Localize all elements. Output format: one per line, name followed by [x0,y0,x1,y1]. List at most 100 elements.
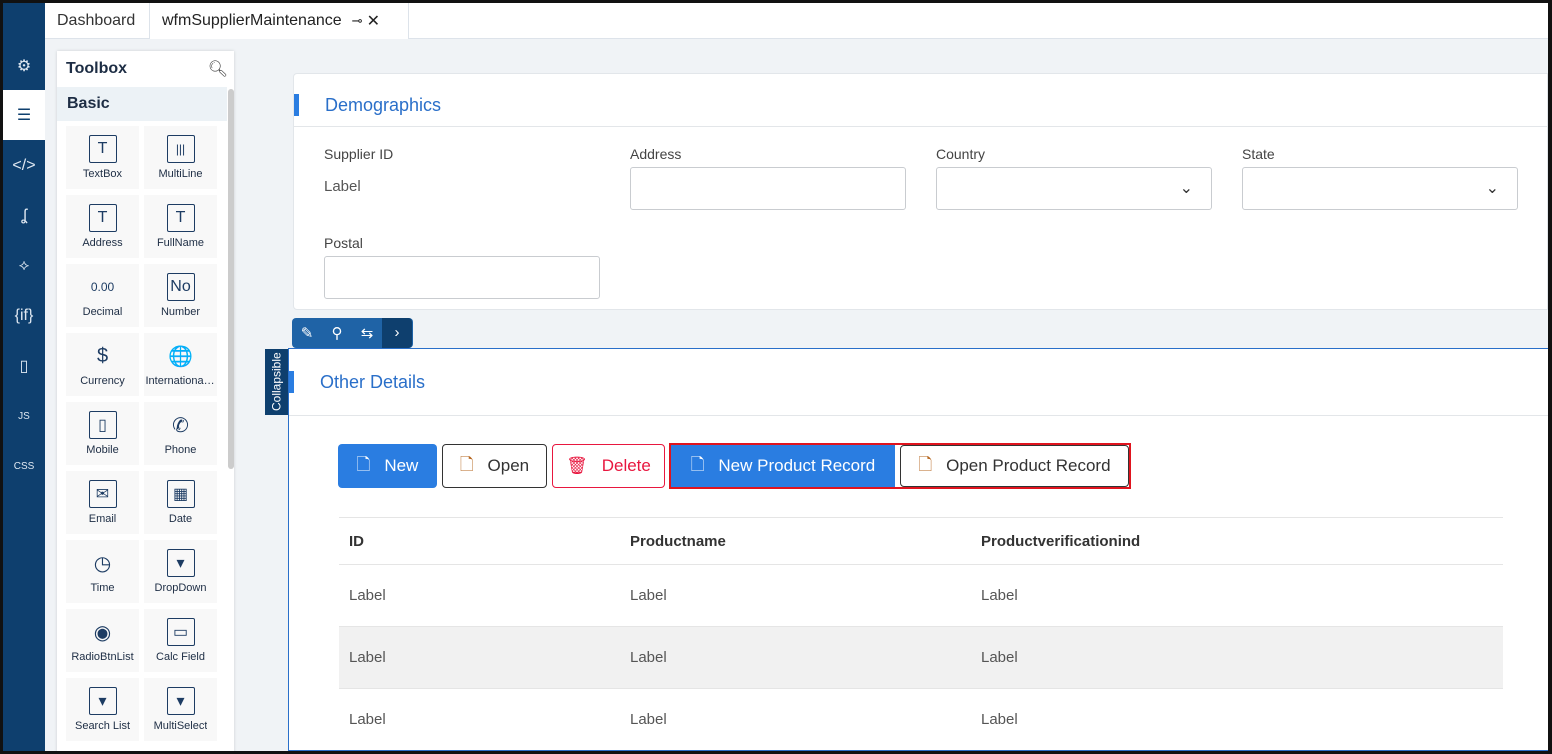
js-icon[interactable]: JS [3,391,45,441]
multiselect-icon: ▾ [166,687,195,715]
hook-icon[interactable]: ʆ [3,191,45,241]
toolbox-item[interactable]: 🌐 International ... [144,333,217,396]
toolbox-item-label: Phone [164,444,197,456]
css-icon[interactable]: CSS [3,441,45,491]
search-icon[interactable]: 🔍︎ [208,59,228,79]
table-cell: Label [630,587,667,604]
pin-icon[interactable]: ⊸ [352,13,363,29]
column-header[interactable]: Productname [620,533,971,550]
new-file-icon: 🗋 [356,454,371,474]
workflow-icon[interactable]: ⟡ [3,241,45,291]
toolbox-item[interactable]: ▾ MultiSelect [144,678,217,741]
table-cell: Label [981,649,1018,666]
postal-input[interactable] [324,256,600,299]
state-dropdown[interactable]: ⌄ [1242,167,1518,210]
country-label: Country [936,146,986,162]
toolbox-item[interactable]: T TextBox [66,126,139,189]
table-cell: Label [349,711,386,728]
edit-icon[interactable]: ✎ [292,324,322,342]
toolbox-item-label: Number [160,306,201,318]
toolbox-scrollbar[interactable] [228,89,234,469]
tab-dashboard[interactable]: Dashboard [45,3,150,39]
code-icon[interactable]: </> [3,141,45,191]
toolbox-item[interactable]: ▦ Date [144,471,217,534]
toolbox-item[interactable]: No Number [144,264,217,327]
toolbox-item[interactable]: ▾ Search List [66,678,139,741]
radiobtnlist-icon: ◉ [93,621,112,644]
address-icon: T [88,204,117,232]
section-title: Demographics [294,94,441,116]
column-header[interactable]: ID [339,533,620,550]
toolbox-item[interactable]: ▭ Calc Field [144,609,217,672]
toolbox-item-label: Date [168,513,193,525]
demographics-section: Demographics Supplier ID Label Address C… [293,73,1548,310]
state-label: State [1242,146,1275,162]
toolbox-item[interactable]: ||| MultiLine [144,126,217,189]
table-row[interactable]: Label Label Label [339,626,1503,688]
open-button[interactable]: 🗋 Open [442,444,547,488]
toolbox-item-label: Decimal [82,306,123,318]
toolbox-item-label: RadioBtnList [71,651,134,663]
date-icon: ▦ [166,480,195,508]
calc-field-icon: ▭ [166,618,195,646]
supplier-id-value: Label [324,178,361,195]
search-list-icon: ▾ [88,687,117,715]
open-product-record-button[interactable]: 🗋 Open Product Record [900,445,1129,487]
button-label: New [384,456,419,475]
time-icon: ◷ [93,552,112,575]
tab-wfm-supplier-maintenance[interactable]: wfmSupplierMaintenance ⊸ ✕ [150,3,409,39]
currency-icon: $ [96,344,109,367]
toolbox-item[interactable]: ✆ Phone [144,402,217,465]
button-label: Open Product Record [946,456,1111,475]
toolbox-category-basic[interactable]: Basic [57,87,227,121]
toolbox-item-label: Time [90,582,115,594]
toolbox-item[interactable]: $ Currency [66,333,139,396]
mobile-icon: ▯ [88,411,117,439]
toolbox-item-label: Calc Field [156,651,205,663]
table-cell: Label [981,587,1018,604]
tablet-icon[interactable]: ▯ [3,341,45,391]
column-header[interactable]: Productverificationind [971,533,1503,550]
decimal-icon: 0.00 [90,280,115,294]
button-label: Delete [601,456,651,475]
toolbox-item[interactable]: T FullName [144,195,217,258]
search-icon[interactable]: ⚲ [322,324,352,342]
open-file-icon: 🗋 [918,454,933,474]
products-table: ID Productname Productverificationind La… [339,517,1503,750]
table-cell: Label [630,649,667,666]
table-row[interactable]: Label Label Label [339,688,1503,750]
close-icon[interactable]: ✕ [367,11,380,31]
swap-icon[interactable]: ⇆ [352,324,382,342]
toolbox-item[interactable]: T Address [66,195,139,258]
table-cell: Label [349,587,386,604]
collapsible-tab[interactable]: Collapsible [265,349,288,415]
toolbox-item[interactable]: 0.00 Decimal [66,264,139,327]
table-cell: Label [630,711,667,728]
trash-icon: 🗑 [566,456,588,475]
toolbox-item-label: MultiLine [158,168,203,180]
tab-label: wfmSupplierMaintenance [162,12,342,29]
supplier-id-label: Supplier ID [324,146,394,162]
table-cell: Label [349,649,386,666]
toolbox-item[interactable]: ▯ Mobile [66,402,139,465]
toolbox-item[interactable]: ✉ Email [66,471,139,534]
number-icon: No [166,273,195,301]
country-dropdown[interactable]: ⌄ [936,167,1212,210]
form-designer-icon[interactable]: ☰ [3,90,45,140]
toolbox-item-label: Currency [80,375,125,387]
settings-icon[interactable]: ⚙ [3,41,45,91]
toolbox-item[interactable]: ▾ DropDown [144,540,217,603]
chevron-right-icon[interactable]: › [382,318,412,348]
table-row[interactable]: Label Label Label [339,564,1503,626]
button-label: Open [487,456,530,475]
toolbox-item[interactable]: ◉ RadioBtnList [66,609,139,672]
new-product-record-button[interactable]: 🗋 New Product Record [671,445,895,487]
condition-icon[interactable]: {if} [3,291,45,341]
toolbox-item[interactable]: ◷ Time [66,540,139,603]
address-input[interactable] [630,167,906,210]
delete-button[interactable]: 🗑 Delete [552,444,665,488]
chevron-down-icon: ⌄ [1179,180,1193,197]
email-icon: ✉ [88,480,117,508]
postal-label: Postal [324,235,363,251]
new-button[interactable]: 🗋 New [338,444,437,488]
